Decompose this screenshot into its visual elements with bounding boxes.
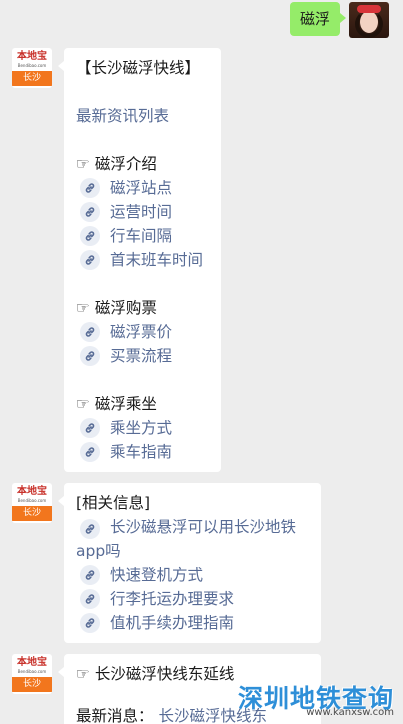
bendibao-avatar[interactable]: 本地宝 Bendibao.com 长沙 <box>12 654 52 694</box>
link-label: 值机手续办理指南 <box>110 614 235 632</box>
link-label: 乘坐方式 <box>110 419 173 437</box>
menu-sections: ☞ 磁浮介绍磁浮站点运营时间行车间隔首末班车时间 ☞ 磁浮购票磁浮票价买票流程 ☞ … <box>76 152 209 464</box>
link-icon <box>80 346 100 366</box>
related-link-item[interactable]: 行李托运办理要求 <box>76 587 309 611</box>
link-icon <box>80 418 100 438</box>
link-label: 买票流程 <box>110 347 173 365</box>
menu-link-item[interactable]: 买票流程 <box>76 344 209 368</box>
related-link-item[interactable]: 快速登机方式 <box>76 563 309 587</box>
link-icon <box>80 178 100 198</box>
link-label: 运营时间 <box>110 203 173 221</box>
brand-url: Bendibao.com <box>17 63 47 68</box>
chat-area: 磁浮 本地宝 Bendibao.com 长沙 【长沙磁浮快线】 最新资讯列表 ☞… <box>0 0 403 724</box>
link-label: 磁浮票价 <box>110 323 173 341</box>
link-icon <box>80 589 100 609</box>
link-icon <box>80 250 100 270</box>
brand-name: 本地宝 <box>17 486 47 497</box>
brand-url: Bendibao.com <box>17 669 47 674</box>
bendibao-avatar[interactable]: 本地宝 Bendibao.com 长沙 <box>12 483 52 523</box>
link-label: 磁浮站点 <box>110 179 173 197</box>
brand-url: Bendibao.com <box>17 498 47 503</box>
related-items: 长沙磁悬浮可以用长沙地铁app吗快速登机方式行李托运办理要求 值机手续办理指南 <box>76 515 309 635</box>
city-badge: 长沙 <box>12 677 52 692</box>
related-link-item[interactable]: 长沙磁悬浮可以用长沙地铁app吗 <box>76 515 309 563</box>
link-icon <box>80 613 100 633</box>
sent-message: 磁浮 <box>289 2 389 38</box>
link-label: 首末班车时间 <box>110 251 204 269</box>
city-badge: 长沙 <box>12 506 52 521</box>
bendibao-avatar[interactable]: 本地宝 Bendibao.com 长沙 <box>12 48 52 88</box>
section-header: ☞ 磁浮介绍 <box>76 155 157 173</box>
link-icon <box>80 519 100 539</box>
menu-title: 【长沙磁浮快线】 <box>76 59 201 77</box>
menu-link-item[interactable]: 磁浮站点 <box>76 176 209 200</box>
sent-bubble[interactable]: 磁浮 <box>289 2 347 36</box>
section-header: ☞ 磁浮购票 <box>76 299 157 317</box>
received-message-1: 本地宝 Bendibao.com 长沙 【长沙磁浮快线】 最新资讯列表 ☞ 磁浮… <box>12 48 221 472</box>
watermark-url: www.kanxsw.com <box>306 707 394 718</box>
brand-name: 本地宝 <box>17 51 47 62</box>
related-info-bubble: [相关信息] 长沙磁悬浮可以用长沙地铁app吗快速登机方式行李托运办理要求 值机手… <box>58 483 321 643</box>
menu-bubble: 【长沙磁浮快线】 最新资讯列表 ☞ 磁浮介绍磁浮站点运营时间行车间隔首末班车时间… <box>58 48 221 472</box>
received-message-2: 本地宝 Bendibao.com 长沙 [相关信息] 长沙磁悬浮可以用长沙地铁a… <box>12 483 321 643</box>
menu-link-item[interactable]: 乘坐方式 <box>76 416 209 440</box>
latest-message-prefix: 最新消息： <box>76 707 154 724</box>
link-label: 行车间隔 <box>110 227 173 245</box>
related-title: [相关信息] <box>76 494 151 512</box>
link-label: 乘车指南 <box>110 443 173 461</box>
menu-link-item[interactable]: 运营时间 <box>76 200 209 224</box>
latest-news-link[interactable]: 最新资讯列表 <box>76 104 209 128</box>
menu-link-item[interactable]: 乘车指南 <box>76 440 209 464</box>
section-header: ☞ 磁浮乘坐 <box>76 395 157 413</box>
link-icon <box>80 565 100 585</box>
link-icon <box>80 322 100 342</box>
link-label: 行李托运办理要求 <box>110 590 235 608</box>
menu-link-item[interactable]: 磁浮票价 <box>76 320 209 344</box>
watermark: 深圳地铁查询 www.kanxsw.com <box>170 675 400 721</box>
link-icon <box>80 442 100 462</box>
menu-link-item[interactable]: 行车间隔 <box>76 224 209 248</box>
city-badge: 长沙 <box>12 71 52 86</box>
user-avatar[interactable] <box>349 2 389 38</box>
link-icon <box>80 202 100 222</box>
link-label: 快速登机方式 <box>110 566 204 584</box>
link-icon <box>80 226 100 246</box>
menu-link-item[interactable]: 首末班车时间 <box>76 248 209 272</box>
related-link-item[interactable]: 值机手续办理指南 <box>76 611 309 635</box>
link-label: 长沙磁悬浮可以用长沙地铁app吗 <box>76 518 297 560</box>
brand-name: 本地宝 <box>17 657 47 668</box>
